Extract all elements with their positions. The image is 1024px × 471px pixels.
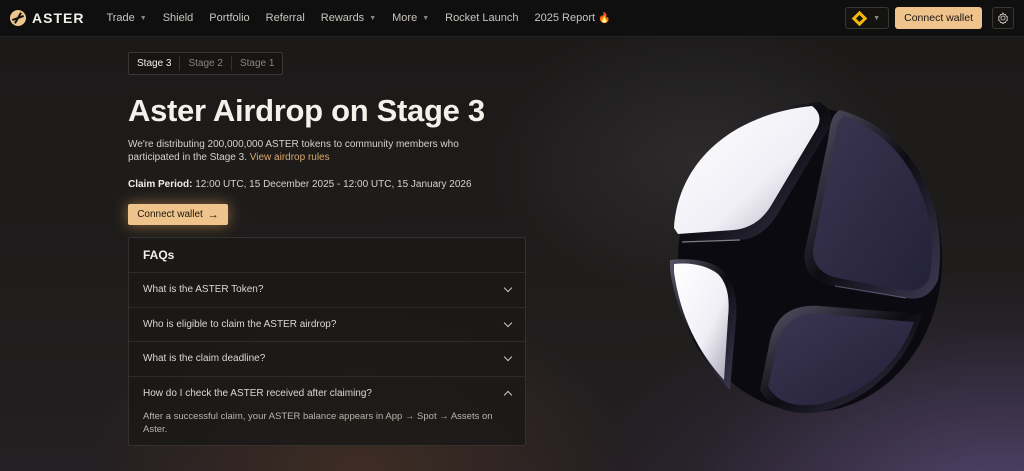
bnb-chain-icon xyxy=(851,10,868,26)
settings-button[interactable] xyxy=(992,7,1014,29)
nav-actions: ▼ Connect wallet xyxy=(845,7,1014,29)
chevron-down-icon: ▼ xyxy=(139,14,147,22)
aster-logo-icon xyxy=(10,10,26,26)
nav-item-label: Shield xyxy=(162,12,194,24)
connect-wallet-button[interactable]: Connect wallet → xyxy=(128,204,228,225)
faq-item[interactable]: What is the claim deadline? xyxy=(129,342,525,377)
page-title: Aster Airdrop on Stage 3 xyxy=(128,93,485,128)
claim-period: Claim Period: 12:00 UTC, 15 December 202… xyxy=(128,179,528,190)
tab-stage-3[interactable]: Stage 3 xyxy=(129,56,179,71)
nav-item-2025-report[interactable]: 2025 Report 🔥 xyxy=(535,12,611,24)
faq-item-expanded[interactable]: How do I check the ASTER received after … xyxy=(129,377,525,412)
nav-item-more[interactable]: More ▼ xyxy=(392,12,429,24)
faq-item[interactable]: What is the ASTER Token? xyxy=(129,273,525,308)
nav-item-rewards[interactable]: Rewards ▼ xyxy=(321,12,376,24)
nav-item-label: Rocket Launch xyxy=(445,12,519,24)
faq-item[interactable]: Who is eligible to claim the ASTER airdr… xyxy=(129,308,525,342)
airdrop-description: We're distributing 200,000,000 ASTER tok… xyxy=(128,138,468,164)
tab-stage-2[interactable]: Stage 2 xyxy=(179,56,230,71)
chevron-down-icon xyxy=(503,353,513,362)
chevron-up-icon xyxy=(503,391,513,400)
nav-item-rocket-launch[interactable]: Rocket Launch xyxy=(445,12,518,24)
nav-item-trade[interactable]: Trade ▼ xyxy=(106,12,146,24)
airdrop-rules-link[interactable]: View airdrop rules xyxy=(250,152,330,163)
faq-title: FAQs xyxy=(129,238,525,273)
chevron-down-icon xyxy=(503,284,513,293)
nav-item-shield[interactable]: Shield xyxy=(163,12,194,24)
faq-question: What is the ASTER Token? xyxy=(143,284,264,296)
faq-question: How do I check the ASTER received after … xyxy=(143,388,372,400)
claim-period-value: 12:00 UTC, 15 December 2025 - 12:00 UTC,… xyxy=(195,179,472,190)
claim-period-label: Claim Period: xyxy=(128,179,193,190)
brand-name: ASTER xyxy=(32,10,85,26)
chevron-down-icon: ▼ xyxy=(369,14,377,22)
nav-item-portfolio[interactable]: Portfolio xyxy=(209,12,249,24)
connect-wallet-label: Connect wallet xyxy=(137,209,203,220)
stage-tabs: Stage 3 Stage 2 Stage 1 xyxy=(128,52,284,75)
chevron-down-icon: ▼ xyxy=(422,14,430,22)
nav-item-label: Trade xyxy=(106,12,135,24)
brand-logo[interactable]: ASTER xyxy=(10,10,84,26)
nav-item-label: Referral xyxy=(265,12,305,24)
connect-wallet-button-nav[interactable]: Connect wallet xyxy=(895,7,982,29)
nav-menu: Trade ▼ Shield Portfolio Referral Rewards… xyxy=(106,12,626,24)
chevron-down-icon: ▼ xyxy=(873,14,881,22)
tab-stage-1[interactable]: Stage 1 xyxy=(230,56,282,71)
top-navbar: ASTER Trade ▼ Shield Portfolio Referral R… xyxy=(0,0,1024,37)
nav-item-label: Portfolio xyxy=(209,12,250,24)
nav-item-label: 2025 Report xyxy=(534,12,596,24)
faq-question: What is the claim deadline? xyxy=(143,353,266,365)
nav-item-referral[interactable]: Referral xyxy=(266,12,305,24)
airdrop-main: Stage 3 Stage 2 Stage 1 Aster Airdrop on… xyxy=(128,52,528,446)
faq-question: Who is eligible to claim the ASTER airdr… xyxy=(143,318,337,330)
fire-icon: 🔥 xyxy=(598,12,611,24)
nav-item-label: More xyxy=(392,12,418,24)
chevron-down-icon xyxy=(503,318,513,327)
aster-token-3d-illustration xyxy=(670,102,942,414)
gear-icon xyxy=(997,12,1009,24)
faq-panel: FAQs What is the ASTER Token? Who is eli… xyxy=(128,237,526,446)
faq-answer: After a successful claim, your ASTER bal… xyxy=(143,411,493,435)
chain-selector[interactable]: ▼ xyxy=(845,7,890,29)
arrow-right-icon: → xyxy=(207,208,219,221)
nav-item-label: Rewards xyxy=(320,12,365,24)
